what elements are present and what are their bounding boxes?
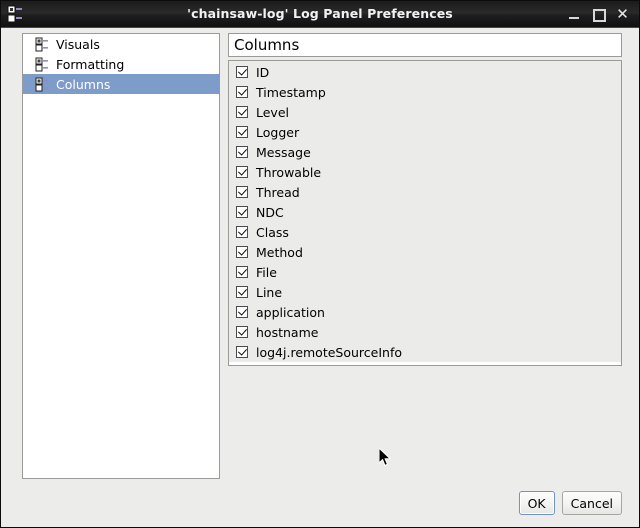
column-label: Logger <box>256 125 299 140</box>
tree-node-icon <box>35 57 50 72</box>
checkbox-icon[interactable] <box>236 206 248 218</box>
column-list-item[interactable]: Timestamp <box>229 82 621 102</box>
title-bar: 'chainsaw-log' Log Panel Preferences ✕ <box>1 1 639 28</box>
column-list-item[interactable]: Class <box>229 222 621 242</box>
column-list-item[interactable]: File <box>229 262 621 282</box>
column-list-item[interactable]: application <box>229 302 621 322</box>
column-label: Level <box>256 105 289 120</box>
tree-item-formatting[interactable]: Formatting <box>23 54 219 74</box>
column-list-item[interactable]: Thread <box>229 182 621 202</box>
column-list-item[interactable]: Logger <box>229 122 621 142</box>
column-label: application <box>256 305 325 320</box>
checkbox-icon[interactable] <box>236 66 248 78</box>
panel-title: Columns <box>228 33 622 57</box>
column-label: log4j.remoteSourceInfo <box>256 345 402 360</box>
tree-node-icon <box>35 77 50 92</box>
column-list-item[interactable]: ID <box>229 62 621 82</box>
tree-item-visuals[interactable]: Visuals <box>23 34 219 54</box>
close-icon[interactable]: ✕ <box>616 8 629 21</box>
column-label: hostname <box>256 325 318 340</box>
tree-node-icon <box>35 37 50 52</box>
checkbox-icon[interactable] <box>236 326 248 338</box>
window-title: 'chainsaw-log' Log Panel Preferences <box>1 1 639 26</box>
checkbox-icon[interactable] <box>236 106 248 118</box>
tree-item-label: Columns <box>56 77 110 92</box>
column-label: Class <box>256 225 289 240</box>
checkbox-icon[interactable] <box>236 266 248 278</box>
column-list-item[interactable]: Method <box>229 242 621 262</box>
tree-item-label: Formatting <box>56 57 124 72</box>
checkbox-icon[interactable] <box>236 306 248 318</box>
column-label: ID <box>256 65 269 80</box>
checkbox-icon[interactable] <box>236 186 248 198</box>
column-list-item[interactable]: Throwable <box>229 162 621 182</box>
checkbox-icon[interactable] <box>236 126 248 138</box>
dialog-buttons: OK Cancel <box>519 491 622 515</box>
columns-list-inner: ID Timestamp Level Logger Message Throwable Th… <box>229 61 621 362</box>
column-label: Line <box>256 285 282 300</box>
column-list-item[interactable]: NDC <box>229 202 621 222</box>
column-list-item[interactable]: Line <box>229 282 621 302</box>
checkbox-icon[interactable] <box>236 286 248 298</box>
minimize-icon[interactable] <box>568 8 581 21</box>
column-label: File <box>256 265 277 280</box>
checkbox-icon[interactable] <box>236 86 248 98</box>
checkbox-icon[interactable] <box>236 346 248 358</box>
ok-button[interactable]: OK <box>519 491 555 515</box>
column-label: Thread <box>256 185 300 200</box>
panel-title-label: Columns <box>234 36 299 54</box>
column-label: Timestamp <box>256 85 326 100</box>
tree-item-columns[interactable]: Columns <box>23 74 219 94</box>
column-label: NDC <box>256 205 284 220</box>
column-label: Method <box>256 245 303 260</box>
column-label: Throwable <box>256 165 321 180</box>
mouse-cursor <box>379 448 393 468</box>
checkbox-icon[interactable] <box>236 226 248 238</box>
window-tree-node-icon <box>6 4 24 24</box>
column-list-item[interactable]: hostname <box>229 322 621 342</box>
column-list-item[interactable]: Message <box>229 142 621 162</box>
cancel-button[interactable]: Cancel <box>562 491 622 515</box>
checkbox-icon[interactable] <box>236 146 248 158</box>
preferences-window: 'chainsaw-log' Log Panel Preferences ✕ <box>0 0 640 528</box>
column-list-item[interactable]: Level <box>229 102 621 122</box>
tree-item-label: Visuals <box>56 37 100 52</box>
preferences-tree[interactable]: Visuals Formatting <box>22 33 220 479</box>
column-list-item[interactable]: log4j.remoteSourceInfo <box>229 342 621 362</box>
column-label: Message <box>256 145 311 160</box>
maximize-icon[interactable] <box>592 8 605 21</box>
dialog-content: Visuals Formatting <box>1 28 639 527</box>
columns-checkbox-list[interactable]: ID Timestamp Level Logger Message Throwable Th… <box>228 60 622 366</box>
checkbox-icon[interactable] <box>236 246 248 258</box>
window-controls: ✕ <box>568 8 639 21</box>
checkbox-icon[interactable] <box>236 166 248 178</box>
